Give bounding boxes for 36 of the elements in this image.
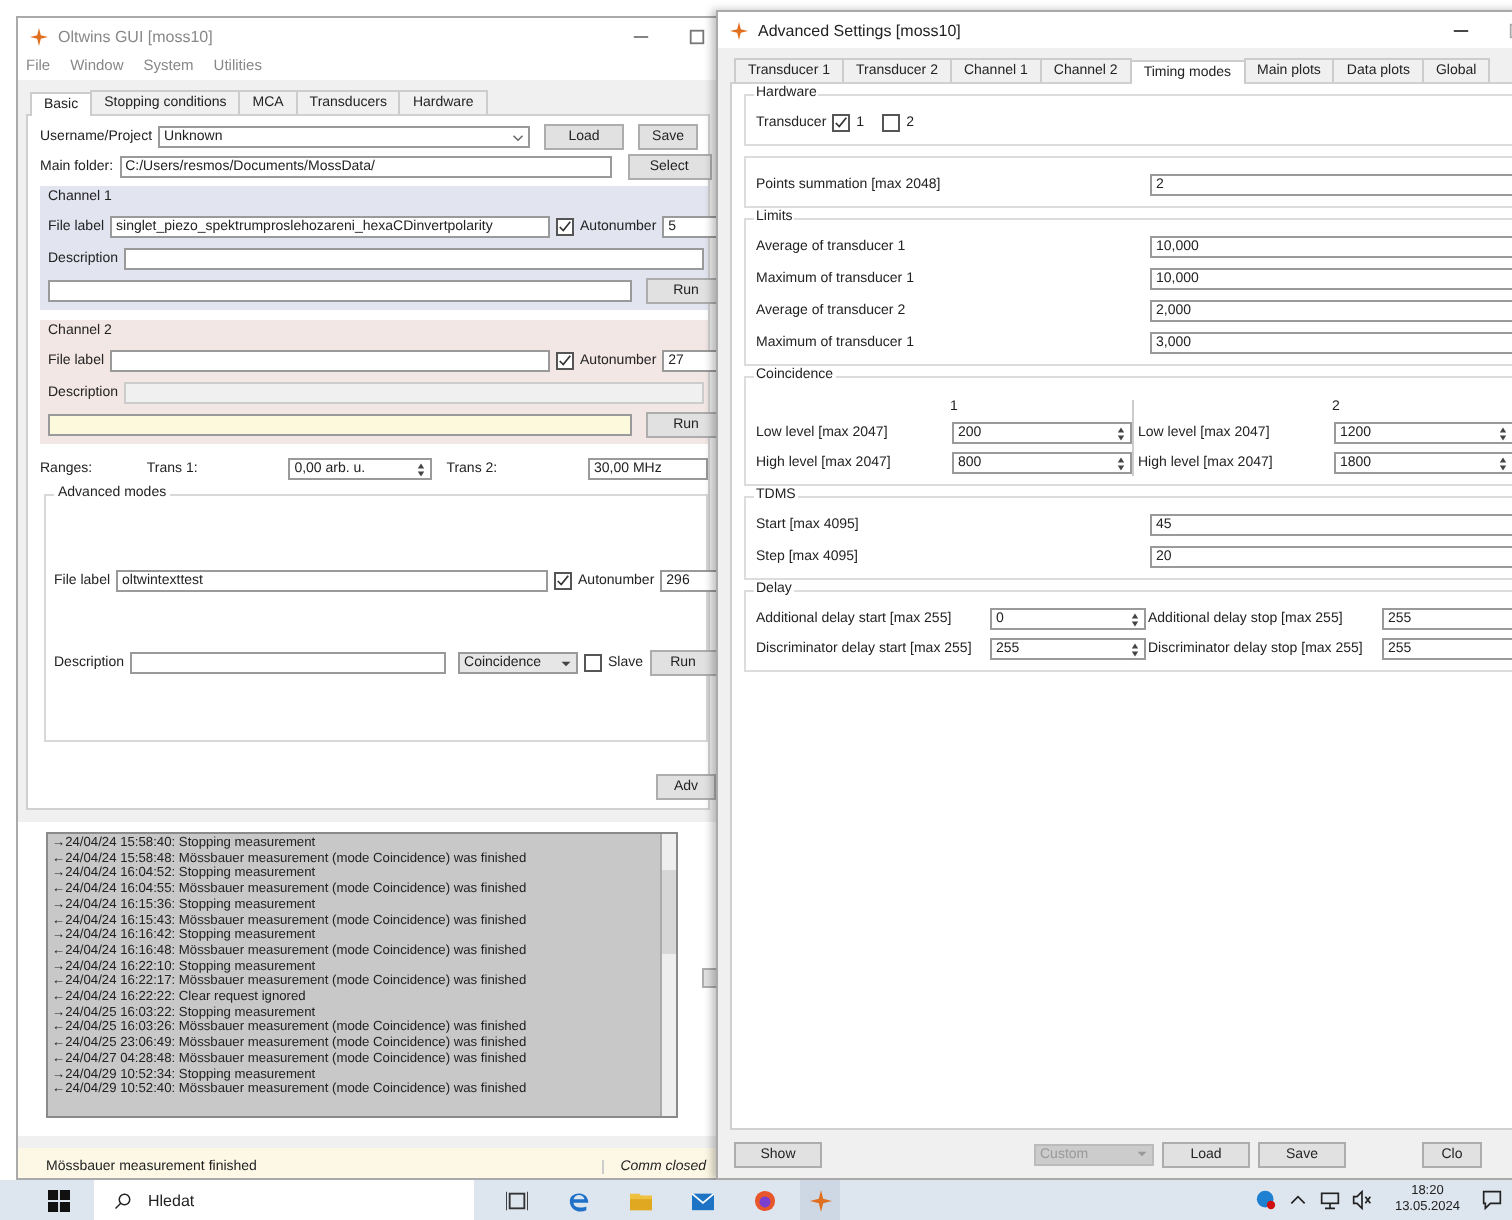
spin-arrows-icon[interactable] [1130, 641, 1140, 657]
window-title: Advanced Settings [moss10] [758, 21, 961, 39]
window-title: Oltwins GUI [moss10] [58, 27, 213, 45]
star-logo-icon [30, 27, 48, 45]
search-field[interactable]: Hledat [94, 1180, 474, 1220]
checkbox[interactable] [556, 218, 575, 236]
help-icon[interactable] [1256, 1190, 1277, 1210]
muted-speaker-icon[interactable] [1352, 1190, 1373, 1210]
browser-e-icon[interactable] [568, 1189, 590, 1211]
spin-arrows-icon[interactable] [1130, 611, 1140, 627]
checkbox[interactable] [584, 654, 603, 672]
spin-arrows-icon[interactable] [1116, 425, 1126, 441]
star-logo-icon [730, 21, 748, 39]
scrollbar[interactable] [660, 834, 676, 1116]
chevron-down-icon [512, 133, 525, 141]
windows-logo-icon[interactable] [48, 1189, 70, 1211]
checkbox[interactable] [556, 352, 575, 370]
description-field[interactable] [124, 248, 705, 270]
spin-arrows-icon[interactable] [416, 461, 427, 477]
network-icon[interactable] [1320, 1190, 1341, 1210]
spin-arrows-icon[interactable] [1498, 455, 1508, 471]
star-logo-icon [809, 1189, 831, 1211]
description-field[interactable] [130, 652, 447, 674]
task-view-icon[interactable] [506, 1189, 528, 1211]
spin-arrows-icon[interactable] [1498, 425, 1508, 441]
notification-icon[interactable] [1482, 1190, 1502, 1210]
maximize-icon[interactable] [688, 27, 706, 45]
file-label-field[interactable] [110, 350, 551, 372]
dropdown-arrow-icon [1136, 1150, 1148, 1158]
search-icon [114, 1191, 132, 1209]
checkbox[interactable] [554, 572, 573, 590]
spin-arrows-icon[interactable] [1116, 455, 1126, 471]
checkbox[interactable] [832, 114, 851, 132]
checkbox[interactable] [882, 114, 901, 132]
mail-icon[interactable] [692, 1189, 714, 1211]
dropdown-arrow-icon [560, 659, 573, 667]
